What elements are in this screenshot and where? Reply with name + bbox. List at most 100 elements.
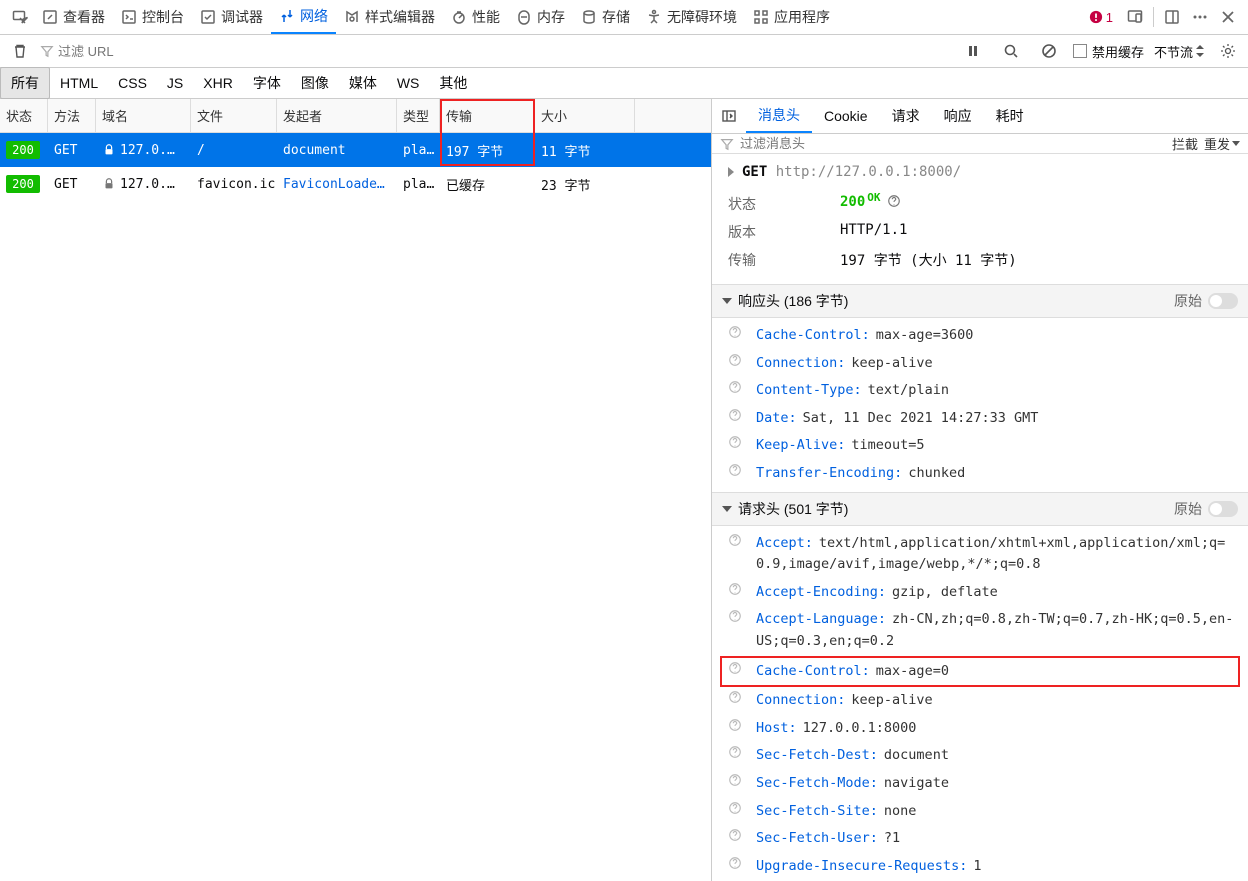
request-headers-title: 请求头 (501 字节) (738, 499, 848, 519)
header-row: Sec-Fetch-Mode:navigate (712, 770, 1248, 798)
filter-其他[interactable]: 其他 (429, 68, 477, 98)
raw-toggle[interactable] (1208, 293, 1238, 309)
tab-inspector[interactable]: 查看器 (34, 0, 113, 34)
request-headers-section[interactable]: 请求头 (501 字节) 原始 (712, 492, 1248, 526)
header-row: Sec-Fetch-User:?1 (712, 825, 1248, 853)
header-row: Host:127.0.0.1:8000 (712, 715, 1248, 743)
column-header[interactable]: 大小 (535, 99, 635, 132)
request-row[interactable]: 200GET127.0.…favicon.icFaviconLoade…pla…… (0, 167, 711, 201)
response-headers-section[interactable]: 响应头 (186 字节) 原始 (712, 284, 1248, 318)
summary-url: http://127.0.0.1:8000/ (776, 164, 961, 180)
header-row: Sec-Fetch-Dest:document (712, 742, 1248, 770)
request-details-panel: 消息头Cookie请求响应耗时 拦截 重发 GET http://127.0.0… (712, 99, 1248, 881)
throttle-select[interactable]: 不节流 (1154, 42, 1204, 61)
detail-tab-request[interactable]: 请求 (880, 99, 932, 133)
tab-style[interactable]: 样式编辑器 (336, 0, 443, 34)
resend-button[interactable]: 重发 (1204, 134, 1240, 153)
tab-storage[interactable]: 存储 (573, 0, 638, 34)
header-row: Cache-Control:max-age=0 (720, 656, 1240, 688)
request-type-filter: 所有HTMLCSSJSXHR字体图像媒体WS其他 (0, 68, 1248, 99)
filter-CSS[interactable]: CSS (108, 70, 157, 96)
filter-媒体[interactable]: 媒体 (339, 68, 387, 98)
request-headers-list: Accept:text/html,application/xhtml+xml,a… (712, 526, 1248, 881)
settings-gear-icon[interactable] (1214, 37, 1242, 65)
disable-cache-checkbox[interactable]: 禁用缓存 (1073, 42, 1144, 61)
responsive-mode-icon[interactable] (1121, 3, 1149, 31)
request-row[interactable]: 200GET127.0.…/documentpla…197 字节11 字节 (0, 133, 711, 167)
search-icon[interactable] (997, 37, 1025, 65)
pause-icon[interactable] (959, 37, 987, 65)
filter-JS[interactable]: JS (157, 70, 193, 96)
header-row: Connection:keep-alive (712, 687, 1248, 715)
filter-WS[interactable]: WS (387, 70, 430, 96)
header-filter-input[interactable] (740, 136, 1166, 151)
summary-status-code: 200 (840, 194, 865, 214)
summary-version: HTTP/1.1 (840, 222, 907, 242)
filter-所有[interactable]: 所有 (0, 67, 50, 99)
filter-icon (720, 137, 734, 151)
pick-element-icon[interactable] (6, 3, 34, 31)
tab-performance[interactable]: 性能 (443, 0, 508, 34)
tab-memory[interactable]: 内存 (508, 0, 573, 34)
header-row: Keep-Alive:timeout=5 (712, 432, 1248, 460)
header-row: Content-Type:text/plain (712, 377, 1248, 405)
expand-url-icon[interactable] (728, 167, 734, 177)
tab-application[interactable]: 应用程序 (745, 0, 838, 34)
request-summary: GET http://127.0.0.1:8000/ 状态 200 OK 版本H… (712, 154, 1248, 284)
error-count-text: 1 (1106, 10, 1113, 25)
request-list-header: 状态方法域名文件发起者类型传输大小 (0, 99, 711, 133)
tab-debugger[interactable]: 调试器 (192, 0, 271, 34)
column-header[interactable]: 域名 (96, 99, 191, 132)
close-icon[interactable] (1214, 3, 1242, 31)
column-header[interactable]: 文件 (191, 99, 277, 132)
header-row: Accept:text/html,application/xhtml+xml,a… (712, 530, 1248, 579)
filter-HTML[interactable]: HTML (50, 70, 108, 96)
detail-tab-response[interactable]: 响应 (932, 99, 984, 133)
column-header[interactable]: 类型 (397, 99, 440, 132)
help-icon[interactable] (887, 194, 901, 208)
devtools-tabbar: 查看器控制台调试器网络样式编辑器性能内存存储无障碍环境应用程序 1 (0, 0, 1248, 35)
dock-mode-icon[interactable] (1158, 3, 1186, 31)
raw-label: 原始 (1174, 291, 1202, 311)
summary-status-text: OK (867, 191, 880, 211)
raw-label: 原始 (1174, 499, 1202, 519)
response-headers-title: 响应头 (186 字节) (738, 291, 848, 311)
header-row: Cache-Control:max-age=3600 (712, 322, 1248, 350)
summary-method: GET (742, 164, 776, 180)
column-header[interactable]: 传输 (440, 99, 535, 132)
tab-accessibility[interactable]: 无障碍环境 (638, 0, 745, 34)
filter-字体[interactable]: 字体 (243, 68, 291, 98)
block-icon[interactable] (1035, 37, 1063, 65)
headers-toolbar: 拦截 重发 (712, 134, 1248, 154)
raw-toggle[interactable] (1208, 501, 1238, 517)
detail-tab-cookie[interactable]: Cookie (812, 99, 880, 133)
request-list: 状态方法域名文件发起者类型传输大小 200GET127.0.…/document… (0, 99, 712, 881)
summary-transfer: 197 字节 (大小 11 字节) (840, 250, 1017, 270)
column-header[interactable]: 发起者 (277, 99, 397, 132)
disable-cache-label: 禁用缓存 (1092, 42, 1144, 61)
filter-icon (40, 44, 54, 58)
summary-transfer-label: 传输 (728, 250, 840, 270)
clear-icon[interactable] (6, 37, 34, 65)
filter-图像[interactable]: 图像 (291, 68, 339, 98)
header-row: Accept-Language:zh-CN,zh;q=0.8,zh-TW;q=0… (712, 606, 1248, 655)
tab-network[interactable]: 网络 (271, 0, 336, 34)
error-count-badge[interactable]: 1 (1089, 10, 1113, 25)
header-row: Date:Sat, 11 Dec 2021 14:27:33 GMT (712, 405, 1248, 433)
column-header[interactable]: 状态 (0, 99, 48, 132)
url-filter-input[interactable] (58, 44, 218, 59)
header-row: Connection:keep-alive (712, 350, 1248, 378)
response-headers-list: Cache-Control:max-age=3600Connection:kee… (712, 318, 1248, 492)
more-menu-icon[interactable] (1186, 3, 1214, 31)
detail-tab-headers[interactable]: 消息头 (746, 99, 812, 133)
header-row: Upgrade-Insecure-Requests:1 (712, 853, 1248, 881)
tab-console[interactable]: 控制台 (113, 0, 192, 34)
network-toolbar: 禁用缓存 不节流 (0, 35, 1248, 68)
filter-XHR[interactable]: XHR (193, 70, 243, 96)
block-button[interactable]: 拦截 (1172, 134, 1198, 153)
chevron-down-icon (722, 506, 732, 512)
toggle-sidebar-icon[interactable] (712, 108, 746, 124)
detail-tab-timing[interactable]: 耗时 (984, 99, 1036, 133)
header-row: Sec-Fetch-Site:none (712, 798, 1248, 826)
column-header[interactable]: 方法 (48, 99, 96, 132)
